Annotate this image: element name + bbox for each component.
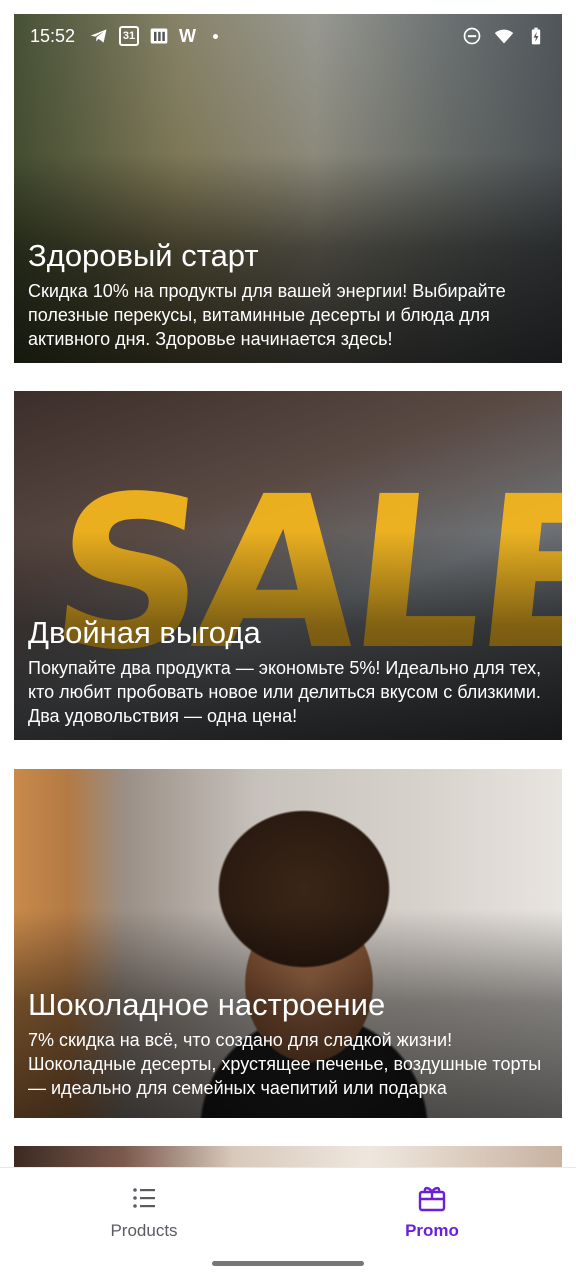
calendar-icon: 31 — [119, 26, 140, 46]
telegram-icon — [90, 29, 107, 43]
promo-card-chocolate-mood[interactable]: Шоколадное настроение 7% скидка на всё, … — [14, 769, 562, 1118]
status-bar: 15:52 31 W — [14, 14, 562, 58]
promo-description: Скидка 10% на продукты для вашей энергии… — [28, 281, 506, 349]
promo-card-healthy-start[interactable]: Здоровый старт Скидка 10% на продукты дл… — [14, 14, 562, 363]
nav-label: Products — [110, 1221, 178, 1240]
list-icon — [133, 1188, 155, 1208]
promo-card-double-benefit[interactable]: SALE Двойная выгода Покупайте два продук… — [14, 391, 562, 740]
gesture-handle[interactable] — [212, 1261, 364, 1266]
promo-description: 7% скидка на всё, что создано для сладко… — [28, 1030, 542, 1098]
promo-title: Шоколадное настроение — [28, 987, 386, 1022]
battery-charging-icon — [531, 27, 541, 45]
promo-title: Двойная выгода — [28, 615, 261, 650]
promo-description: Покупайте два продукта — экономьте 5%! И… — [28, 658, 542, 726]
status-time: 15:52 — [30, 25, 76, 46]
nav-label: Promo — [405, 1221, 459, 1240]
do-not-disturb-icon — [463, 27, 481, 45]
promo-title: Здоровый старт — [28, 238, 259, 273]
news-icon — [150, 28, 168, 44]
gift-icon — [418, 1186, 446, 1212]
wifi-icon — [494, 29, 514, 44]
dot-icon — [213, 33, 219, 39]
w-icon: W — [179, 26, 197, 46]
